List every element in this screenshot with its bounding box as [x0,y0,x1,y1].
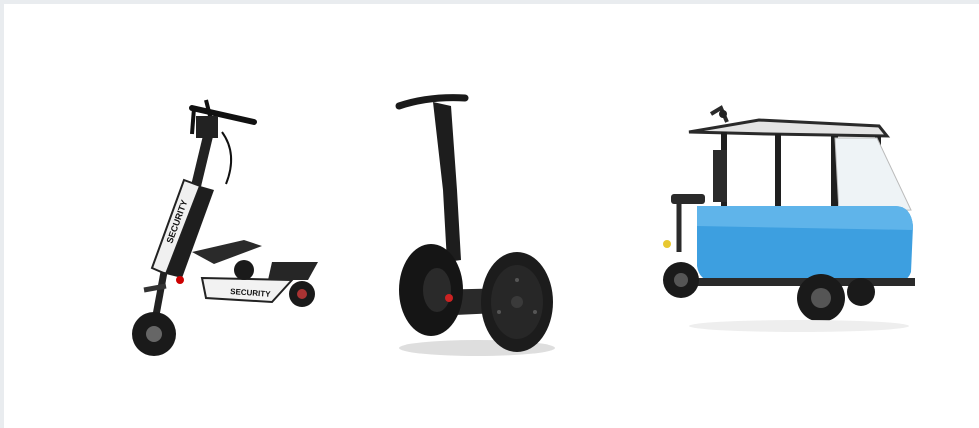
covered-electric-cart-image [649,102,924,334]
segway-image [389,90,559,362]
photo-frame: SECURITY SECURITY [4,4,979,428]
three-wheel-scooter-image: SECURITY SECURITY [122,94,327,362]
